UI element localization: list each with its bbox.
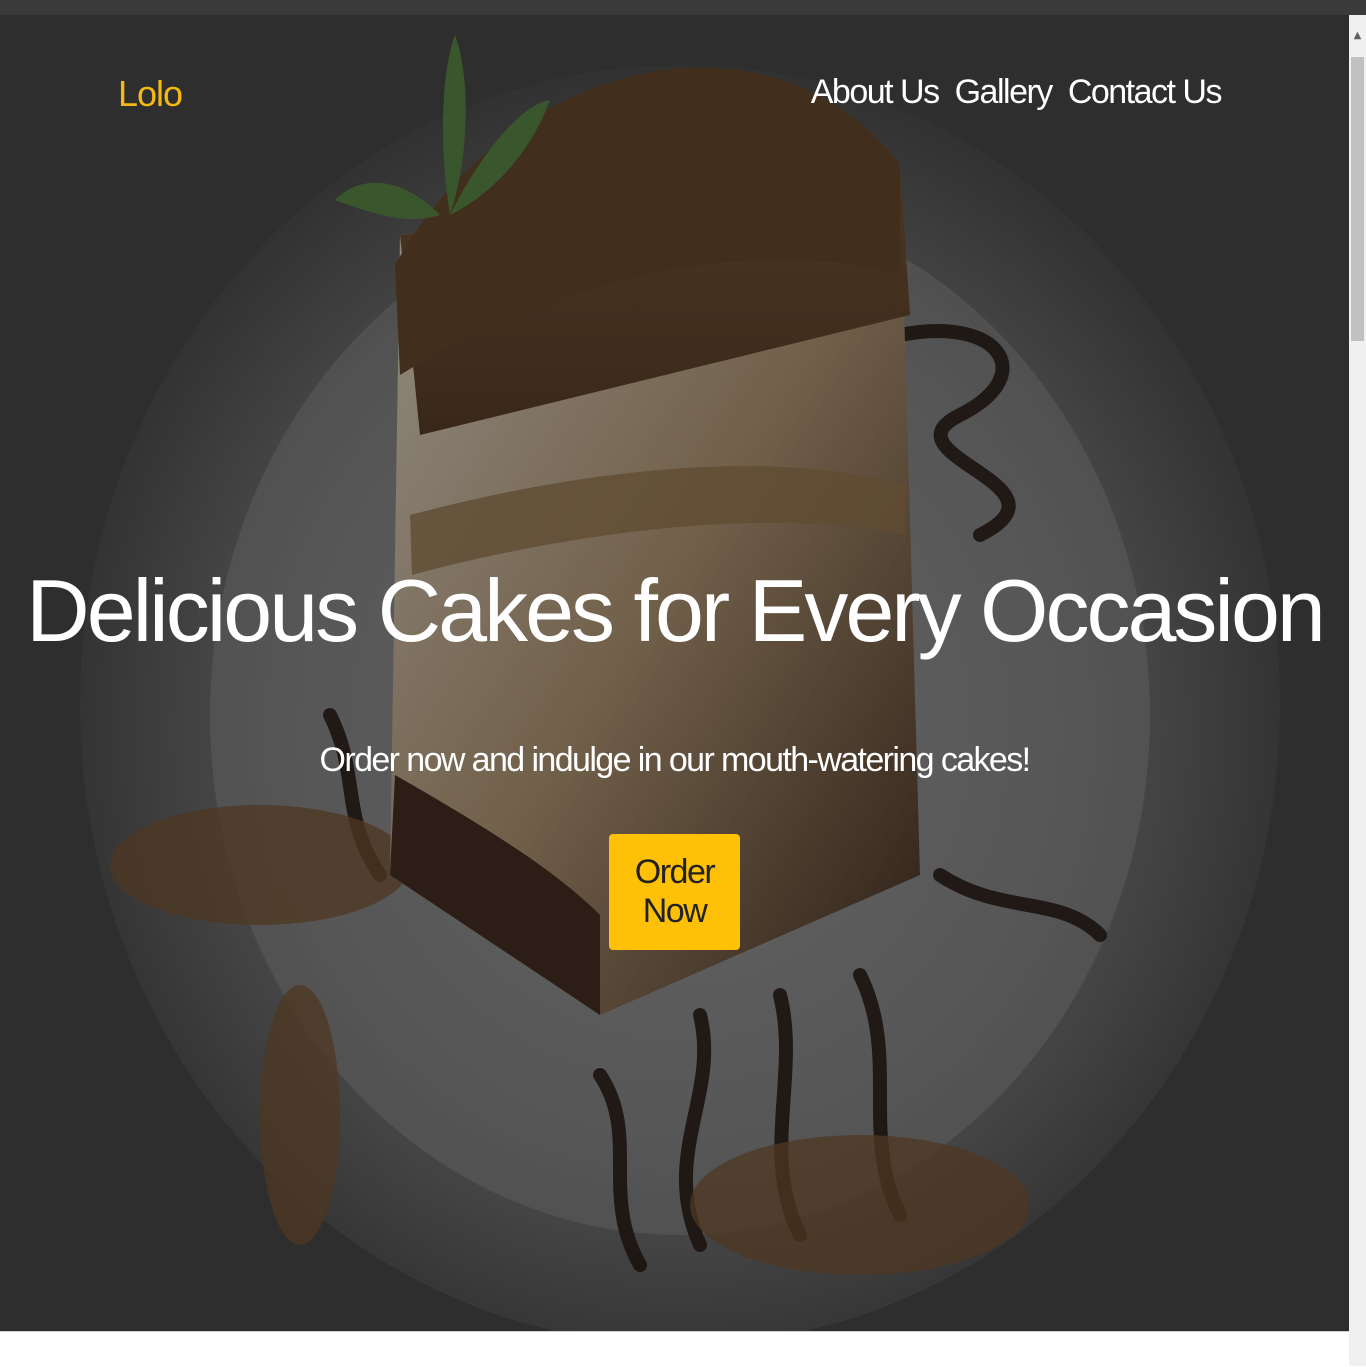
hero-subtitle: Order now and indulge in our mouth-water… xyxy=(319,741,1032,779)
hero-section: Lolo About Us Gallery Contact Us Delicio… xyxy=(0,15,1349,1331)
nav-link-contact-us[interactable]: Contact Us xyxy=(1068,73,1223,112)
main-nav: About Us Gallery Contact Us xyxy=(811,73,1223,112)
brand-logo[interactable]: Lolo xyxy=(118,73,183,115)
browser-top-bar xyxy=(0,0,1366,15)
scrollbar-thumb[interactable] xyxy=(1351,57,1364,341)
vertical-scrollbar[interactable]: ▲ xyxy=(1349,15,1366,1366)
hero-dark-overlay xyxy=(0,15,1349,1331)
page-below-hero xyxy=(0,1331,1349,1367)
order-now-button[interactable]: Order Now xyxy=(609,834,740,950)
nav-link-gallery[interactable]: Gallery xyxy=(955,73,1054,112)
scroll-up-arrow-icon[interactable]: ▲ xyxy=(1349,15,1366,55)
nav-link-about-us[interactable]: About Us xyxy=(811,73,940,112)
hero-title: Delicious Cakes for Every Occasion xyxy=(26,561,1326,660)
